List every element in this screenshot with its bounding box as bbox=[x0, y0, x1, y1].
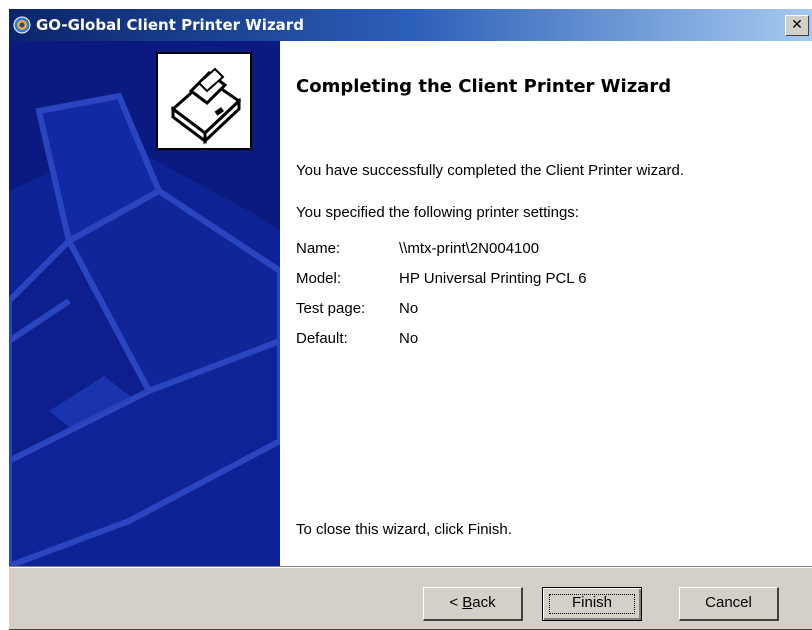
cancel-button-label: Cancel bbox=[705, 594, 752, 611]
printer-icon bbox=[155, 51, 253, 151]
setting-value: \\mtx-print\2N004100 bbox=[399, 240, 540, 257]
window-title: GO-Global Client Printer Wizard bbox=[36, 16, 304, 34]
close-button[interactable]: ✕ bbox=[785, 15, 809, 36]
wizard-main-panel: Completing the Client Printer Wizard You… bbox=[280, 41, 812, 566]
footer-separator bbox=[9, 566, 812, 568]
go-global-app-icon bbox=[13, 16, 31, 34]
wizard-content: Completing the Client Printer Wizard You… bbox=[9, 41, 812, 566]
back-button[interactable]: < Back bbox=[423, 587, 523, 621]
setting-label: Test page: bbox=[296, 300, 366, 317]
finish-button-label: Finish bbox=[571, 594, 612, 611]
setting-value: No bbox=[399, 300, 419, 317]
wizard-banner bbox=[9, 41, 280, 566]
close-icon: ✕ bbox=[791, 17, 803, 33]
setting-label: Default: bbox=[296, 330, 348, 347]
setting-value: HP Universal Printing PCL 6 bbox=[399, 270, 587, 287]
settings-intro: You specified the following printer sett… bbox=[296, 204, 579, 221]
cancel-button[interactable]: Cancel bbox=[679, 587, 779, 621]
wizard-window: GO-Global Client Printer Wizard ✕ Comple… bbox=[8, 8, 812, 630]
title-bar[interactable]: GO-Global Client Printer Wizard ✕ bbox=[9, 9, 812, 41]
success-message: You have successfully completed the Clie… bbox=[296, 162, 684, 179]
page-title: Completing the Client Printer Wizard bbox=[296, 76, 672, 97]
setting-value: No bbox=[399, 330, 419, 347]
setting-label: Name: bbox=[296, 240, 341, 257]
setting-label: Model: bbox=[296, 270, 342, 287]
finish-button[interactable]: Finish bbox=[542, 587, 642, 621]
back-button-label: < Back bbox=[449, 594, 496, 611]
close-instruction: To close this wizard, click Finish. bbox=[296, 521, 512, 538]
